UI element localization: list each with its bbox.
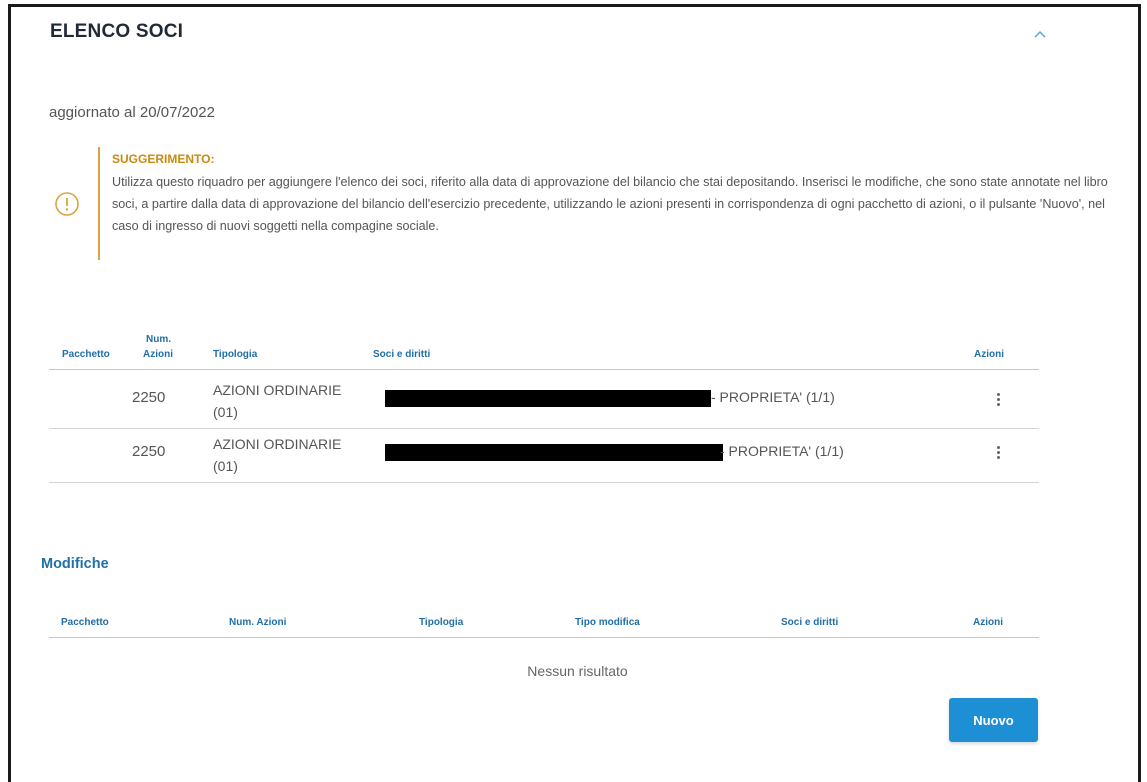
mod-table-header-divider [49,637,1039,638]
row-actions-kebab-icon[interactable] [991,391,1005,409]
col-header-num-azioni-line1: Num. [146,334,171,345]
row-tipologia-line2: (01) [213,458,238,474]
col-header-tipologia: Tipologia [213,349,258,360]
row-actions-kebab-icon[interactable] [991,444,1005,462]
empty-result-text: Nessun risultato [527,663,628,679]
redacted-name [385,444,723,461]
row-divider [49,428,1039,429]
redacted-name [385,390,711,407]
mod-col-header-pacchetto: Pacchetto [61,617,109,628]
row-tipologia-line1: AZIONI ORDINARIE [213,382,342,398]
nuovo-button[interactable]: Nuovo [949,698,1038,742]
alert-circle-icon [54,191,80,222]
mod-col-header-azioni: Azioni [973,617,1003,628]
table-header-divider [49,369,1039,370]
modifiche-title: Modifiche [41,556,109,572]
mod-col-header-tipo-modifica: Tipo modifica [575,617,640,628]
row-num-azioni: 2250 [132,443,166,460]
row-diritto: - PROPRIETA' (1/1) [720,443,844,459]
row-diritto: - PROPRIETA' (1/1) [711,389,835,405]
collapse-chevron-up-icon[interactable] [1029,23,1051,45]
section-title: ELENCO SOCI [50,21,184,42]
updated-date-text: aggiornato al 20/07/2022 [49,104,215,121]
row-divider [49,482,1039,483]
suggestion-body: Utilizza questo riquadro per aggiungere … [112,175,1108,233]
suggestion-title: SUGGERIMENTO: [112,152,215,166]
row-num-azioni: 2250 [132,389,166,406]
row-tipologia-line2: (01) [213,404,238,420]
mod-col-header-num-azioni: Num. Azioni [229,617,287,628]
row-tipologia-line1: AZIONI ORDINARIE [213,436,342,452]
mod-col-header-tipologia: Tipologia [419,617,464,628]
col-header-pacchetto: Pacchetto [62,349,110,360]
suggestion-box: SUGGERIMENTO: Utilizza questo riquadro p… [54,147,1124,277]
col-header-soci-diritti: Soci e diritti [373,349,431,360]
col-header-azioni: Azioni [974,349,1004,360]
panel-frame: ELENCO SOCI aggiornato al 20/07/2022 SUG… [8,4,1141,782]
col-header-num-azioni-line2: Azioni [143,349,173,360]
suggestion-accent-bar [98,147,100,260]
mod-col-header-soci-diritti: Soci e diritti [781,617,839,628]
